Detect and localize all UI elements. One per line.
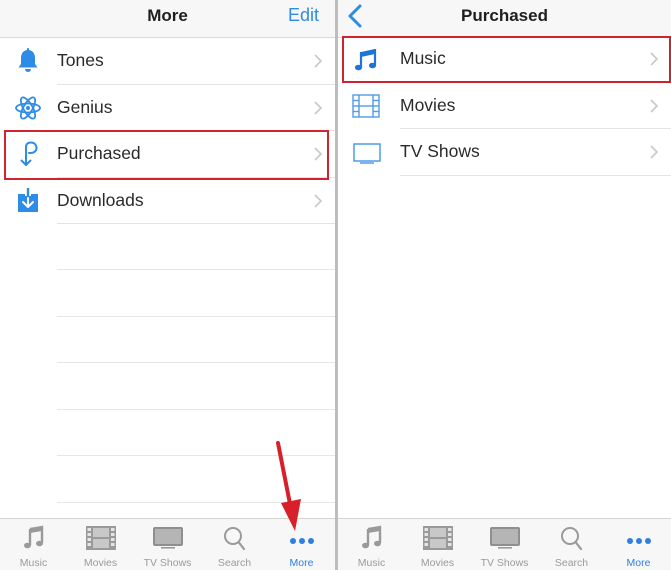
item-label: TV Shows bbox=[400, 141, 480, 161]
tab-search[interactable]: Search bbox=[538, 519, 605, 570]
empty-row-divider bbox=[57, 502, 335, 503]
bell-icon bbox=[18, 48, 38, 72]
chevron-right-icon bbox=[314, 147, 323, 161]
music-note-icon bbox=[354, 49, 377, 71]
music-note-icon bbox=[23, 525, 43, 549]
item-label: Tones bbox=[57, 50, 104, 70]
tab-music[interactable]: Music bbox=[338, 519, 405, 570]
tab-label: More bbox=[289, 557, 314, 569]
more-screen: More Edit Tones Genius Purchased Downloa… bbox=[0, 0, 335, 570]
chevron-right-icon bbox=[314, 100, 323, 115]
more-list: Tones Genius Purchased Downloads bbox=[0, 38, 335, 224]
atom-icon bbox=[15, 95, 41, 120]
tv-icon bbox=[152, 527, 183, 549]
page-title: More bbox=[147, 6, 188, 25]
tab-tv-shows[interactable]: TV Shows bbox=[471, 519, 538, 570]
chevron-right-icon bbox=[650, 145, 659, 159]
tab-bar: Music Movies TV Shows Search More bbox=[338, 518, 671, 570]
list-item-music[interactable]: Music bbox=[338, 36, 671, 83]
empty-row-divider bbox=[57, 269, 335, 270]
empty-row-divider bbox=[57, 316, 335, 317]
chevron-right-icon bbox=[314, 54, 323, 68]
navigation-bar: Purchased bbox=[338, 0, 671, 38]
navigation-bar: More Edit bbox=[0, 0, 335, 38]
tab-movies[interactable]: Movies bbox=[67, 519, 134, 570]
tab-label: Movies bbox=[420, 557, 455, 569]
empty-row-divider bbox=[57, 409, 335, 410]
list-item-genius[interactable]: Genius bbox=[0, 85, 335, 131]
edit-button[interactable]: Edit bbox=[288, 5, 319, 26]
film-icon bbox=[422, 526, 453, 550]
purchased-list: Music Movies TV Shows bbox=[338, 36, 671, 176]
row-divider bbox=[57, 223, 335, 224]
tab-label: Music bbox=[19, 557, 48, 569]
chevron-right-icon bbox=[314, 193, 323, 208]
list-item-tones[interactable]: Tones bbox=[0, 38, 335, 85]
search-icon bbox=[560, 527, 582, 551]
tab-label: Music bbox=[357, 557, 386, 569]
film-icon bbox=[352, 93, 380, 118]
tab-more[interactable]: More bbox=[605, 519, 671, 570]
tab-label: Movies bbox=[83, 557, 118, 569]
row-divider bbox=[400, 174, 671, 176]
tab-label: Search bbox=[554, 557, 589, 569]
tv-icon bbox=[489, 527, 520, 549]
music-note-icon bbox=[361, 525, 381, 549]
more-dots-icon bbox=[626, 538, 651, 544]
list-item-tv-shows[interactable]: TV Shows bbox=[338, 129, 671, 176]
tab-label: More bbox=[626, 557, 651, 569]
tab-label: TV Shows bbox=[143, 557, 192, 569]
item-label: Purchased bbox=[57, 143, 141, 163]
film-icon bbox=[85, 526, 116, 550]
page-title: Purchased bbox=[461, 6, 548, 25]
list-item-purchased[interactable]: Purchased bbox=[0, 131, 335, 178]
tab-tv-shows[interactable]: TV Shows bbox=[134, 519, 201, 570]
tab-bar: Music Movies TV Shows Search More bbox=[0, 518, 335, 570]
tab-movies[interactable]: Movies bbox=[404, 519, 471, 570]
purchased-icon bbox=[20, 141, 38, 166]
chevron-right-icon bbox=[650, 98, 659, 113]
list-item-downloads[interactable]: Downloads bbox=[0, 178, 335, 224]
item-label: Music bbox=[400, 48, 446, 68]
purchased-screen: Purchased Music Movies TV Shows Music Mo… bbox=[338, 0, 671, 570]
tab-search[interactable]: Search bbox=[201, 519, 268, 570]
search-icon bbox=[223, 527, 245, 551]
item-label: Downloads bbox=[57, 189, 144, 210]
item-label: Movies bbox=[400, 94, 456, 115]
chevron-right-icon bbox=[650, 52, 659, 66]
download-icon bbox=[18, 187, 38, 212]
tab-label: Search bbox=[217, 557, 252, 569]
empty-row-divider bbox=[57, 362, 335, 363]
tab-more[interactable]: More bbox=[268, 519, 335, 570]
more-dots-icon bbox=[289, 538, 314, 544]
tv-icon bbox=[353, 143, 381, 164]
empty-row-divider bbox=[57, 455, 335, 456]
item-label: Genius bbox=[57, 96, 113, 117]
list-item-movies[interactable]: Movies bbox=[338, 83, 671, 129]
tab-music[interactable]: Music bbox=[0, 519, 67, 570]
tab-label: TV Shows bbox=[480, 557, 529, 569]
